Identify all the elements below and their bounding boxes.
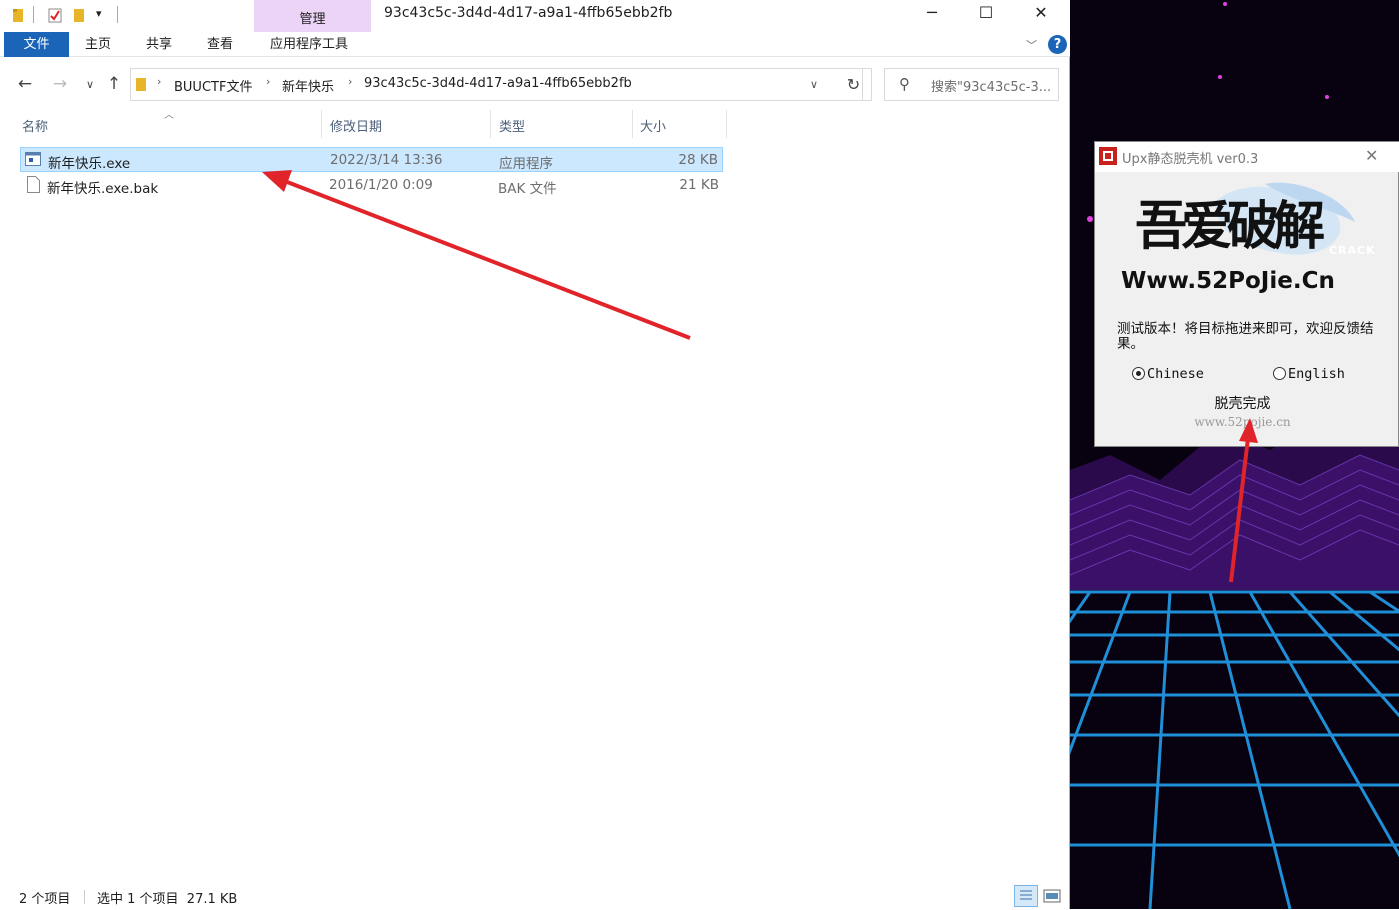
- file-explorer-window: ▾ 管理 93c43c5c-3d4d-4d17-a9a1-4ffb65ebb2f…: [0, 0, 1070, 909]
- file-icon: [27, 176, 40, 193]
- context-tab-group-label: 管理: [299, 12, 326, 27]
- new-folder-icon[interactable]: [73, 7, 87, 23]
- folder-icon: [136, 78, 146, 91]
- back-arrow-icon[interactable]: ←: [15, 74, 35, 94]
- breadcrumb-item[interactable]: 新年快乐: [282, 76, 334, 95]
- separator: [84, 890, 85, 904]
- column-divider[interactable]: [726, 110, 727, 138]
- window-title: 93c43c5c-3d4d-4d17-a9a1-4ffb65ebb2fb: [384, 5, 673, 21]
- up-arrow-icon[interactable]: ↑: [104, 74, 124, 94]
- pojie-logo: 吾爱破解 CRACK Www.52PoJie.Cn: [1095, 172, 1399, 302]
- file-type: BAK 文件: [498, 181, 557, 197]
- recent-locations-icon[interactable]: ∨: [80, 78, 100, 91]
- file-date: 2022/3/14 13:36: [330, 152, 443, 168]
- radio-chinese[interactable]: Chinese: [1132, 366, 1204, 382]
- search-icon: ⚲: [899, 75, 910, 93]
- breadcrumb-item[interactable]: 93c43c5c-3d4d-4d17-a9a1-4ffb65ebb2fb: [364, 76, 632, 91]
- selection-info: 选中 1 个项目 27.1 KB: [97, 892, 238, 907]
- upx-unpacker-dialog: Upx静态脱壳机 ver0.3 ✕ 吾爱破解 CRACK Www.52PoJie…: [1094, 141, 1399, 447]
- search-placeholder: 搜索"93c43c5c-3...: [931, 80, 1052, 95]
- dialog-description: 测试版本！将目标拖进来即可，欢迎反馈结果。: [1117, 321, 1374, 352]
- column-header-size[interactable]: 大小: [640, 116, 666, 135]
- radio-english[interactable]: English: [1273, 366, 1345, 382]
- maximize-button[interactable]: ☐: [958, 0, 1014, 28]
- file-type: 应用程序: [499, 156, 553, 172]
- file-name: 新年快乐.exe: [48, 156, 131, 172]
- neon-grid-wallpaper: [1070, 420, 1399, 909]
- item-count: 2 个项目: [19, 892, 71, 907]
- radio-selected-icon: [1132, 367, 1145, 380]
- large-icons-view-icon[interactable]: [1042, 887, 1062, 905]
- close-button[interactable]: ✕: [1013, 0, 1069, 28]
- logo-chinese-text: 吾爱破解: [1135, 196, 1325, 257]
- tab-application-tools[interactable]: 应用程序工具: [270, 32, 348, 57]
- table-row[interactable]: 新年快乐.exe.bak 2016/1/20 0:09 BAK 文件 21 KB: [20, 173, 723, 198]
- breadcrumb-separator-icon: ›: [266, 75, 271, 88]
- logo-crack-text: CRACK: [1329, 244, 1376, 257]
- star-dot: [1087, 216, 1093, 222]
- file-size: 21 KB: [679, 177, 719, 193]
- logo-url-text: Www.52PoJie.Cn: [1121, 268, 1335, 294]
- file-date: 2016/1/20 0:09: [329, 177, 433, 193]
- tab-share[interactable]: 共享: [146, 32, 172, 57]
- exe-icon: [25, 152, 41, 166]
- site-link[interactable]: www.52pojie.cn: [1095, 415, 1390, 429]
- star-dot: [1223, 2, 1227, 6]
- status-bar: 2 个项目 选中 1 个项目 27.1 KB: [0, 884, 1070, 909]
- breadcrumb-separator-icon: ›: [157, 75, 162, 88]
- star-dot: [1218, 75, 1222, 79]
- column-divider[interactable]: [632, 110, 633, 138]
- file-name: 新年快乐.exe.bak: [47, 181, 159, 197]
- desktop-background: [1070, 0, 1399, 909]
- column-divider[interactable]: [490, 110, 491, 138]
- breadcrumb-item[interactable]: BUUCTF文件: [174, 76, 252, 95]
- radio-english-label: English: [1288, 366, 1345, 382]
- unpack-status: 脱壳完成: [1214, 396, 1271, 412]
- app-logo-icon: [1099, 147, 1117, 165]
- ribbon-expand-icon[interactable]: ﹀: [1026, 37, 1037, 53]
- sort-up-icon: ︿: [164, 110, 174, 121]
- dialog-title: Upx静态脱壳机 ver0.3: [1122, 152, 1259, 167]
- column-header-name[interactable]: 名称: [22, 116, 48, 135]
- qat-dropdown-icon[interactable]: ▾: [96, 7, 102, 20]
- details-view-icon[interactable]: [1014, 885, 1038, 907]
- table-row[interactable]: 新年快乐.exe 2022/3/14 13:36 应用程序 28 KB: [20, 147, 723, 172]
- breadcrumb-separator-icon: ›: [348, 75, 353, 88]
- radio-chinese-label: Chinese: [1147, 366, 1204, 382]
- tab-home[interactable]: 主页: [85, 32, 111, 57]
- address-dropdown-icon[interactable]: ∨: [810, 78, 818, 91]
- dialog-close-button[interactable]: ✕: [1365, 146, 1378, 165]
- search-input[interactable]: ⚲ 搜索"93c43c5c-3...: [884, 68, 1059, 101]
- separator: [33, 6, 34, 23]
- separator: [117, 6, 118, 23]
- refresh-icon[interactable]: ↻: [836, 68, 872, 101]
- file-size: 28 KB: [678, 152, 718, 168]
- column-header-type[interactable]: 类型: [499, 116, 525, 135]
- help-icon[interactable]: ?: [1048, 35, 1067, 54]
- properties-icon[interactable]: [48, 7, 62, 23]
- column-header-date[interactable]: 修改日期: [330, 116, 382, 135]
- floor-grid: [1070, 590, 1399, 909]
- tab-file[interactable]: 文件: [4, 32, 69, 57]
- tab-view[interactable]: 查看: [207, 32, 233, 57]
- forward-arrow-icon[interactable]: →: [50, 74, 70, 94]
- minimize-button[interactable]: ─: [904, 0, 960, 28]
- dialog-title-bar: Upx静态脱壳机 ver0.3 ✕: [1095, 142, 1399, 172]
- column-divider[interactable]: [321, 110, 322, 138]
- star-dot: [1325, 95, 1329, 99]
- radio-unselected-icon: [1273, 367, 1286, 380]
- folder-icon[interactable]: [12, 7, 26, 23]
